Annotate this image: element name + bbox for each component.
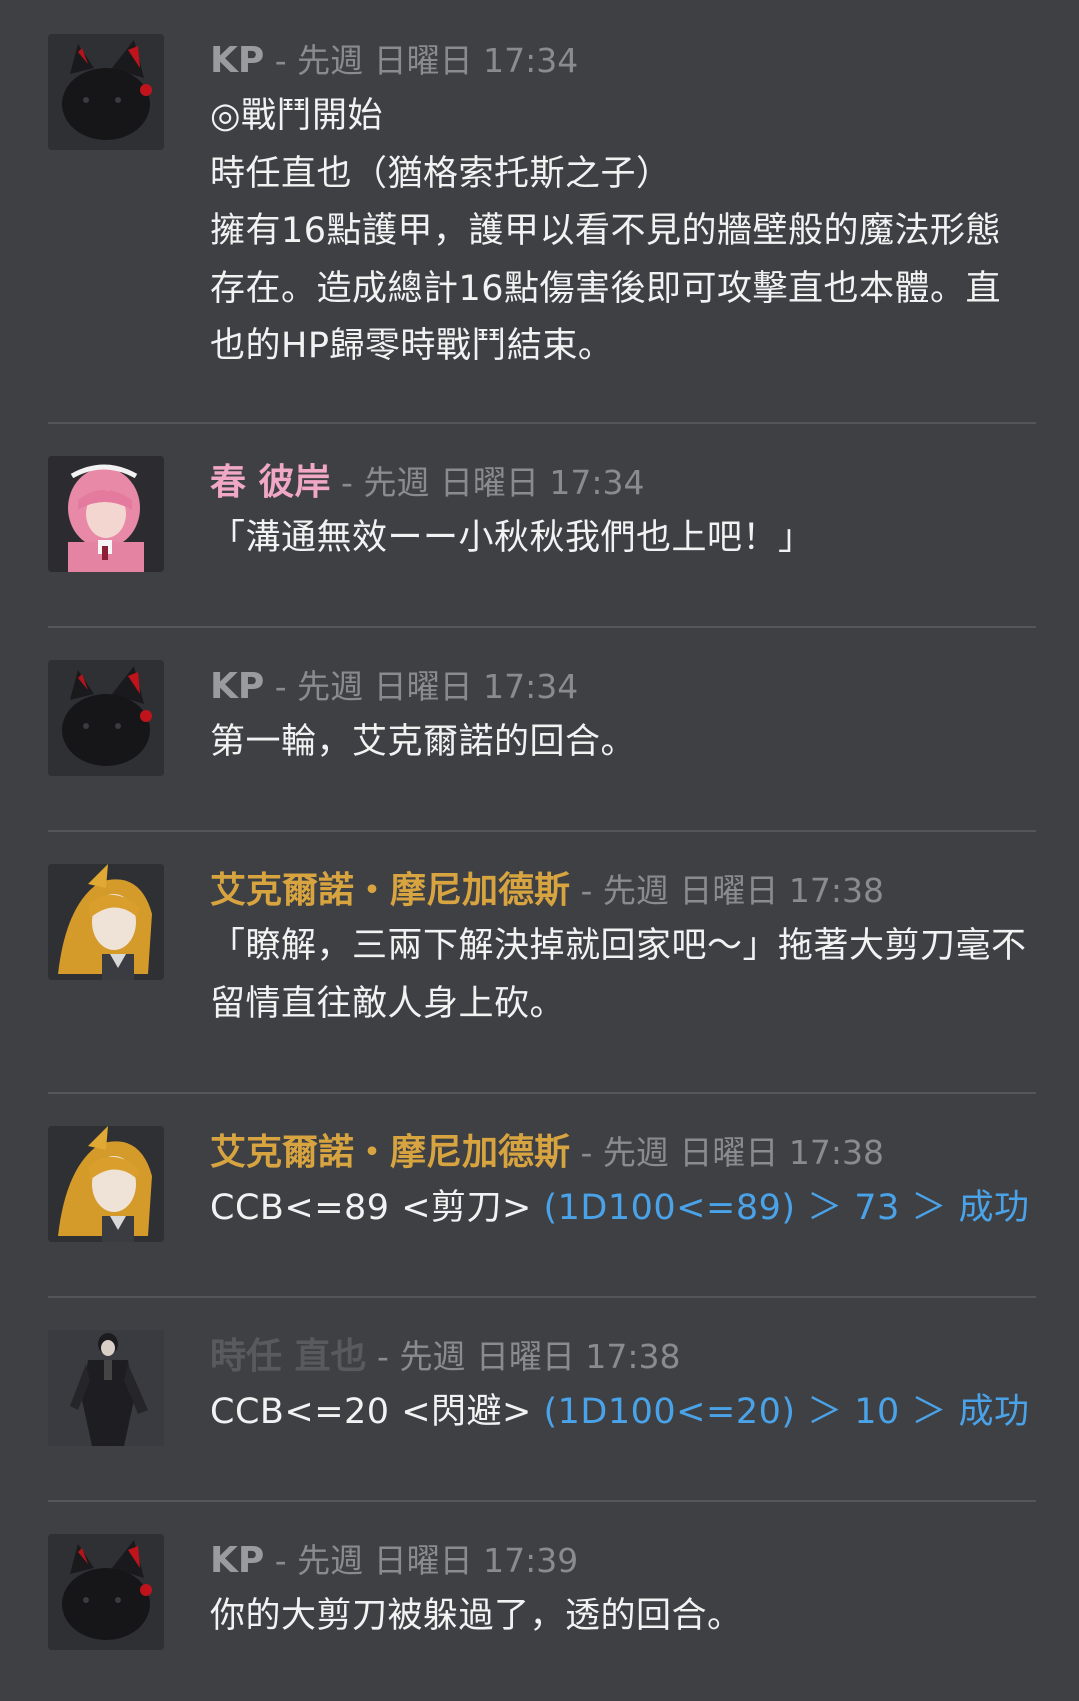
black-cat-icon <box>48 660 164 776</box>
chat-message: 春 彼岸 - 先週 日曜日 17:34 「溝通無效ーー小秋秋我們也上吧！」 <box>48 422 1036 628</box>
message-header: KP - 先週 日曜日 17:34 <box>210 660 1036 714</box>
author-name[interactable]: 艾克爾諾・摩尼加德斯 <box>210 1132 570 1173</box>
black-cat-icon <box>48 1534 164 1650</box>
dice-roll-result: (1D100<=89) ＞ 73 ＞ 成功 <box>543 1188 1030 1228</box>
message-timestamp: 先週 日曜日 17:38 <box>602 1133 884 1172</box>
author-name[interactable]: KP <box>210 40 264 81</box>
message-separator: - <box>264 41 298 80</box>
pink-hair-avatar[interactable] <box>48 456 164 572</box>
author-name[interactable]: KP <box>210 1540 264 1581</box>
blonde-hair-avatar[interactable] <box>48 1126 164 1242</box>
message-separator: - <box>570 1133 603 1172</box>
message-text: CCB<=89 <剪刀> (1D100<=89) ＞ 73 ＞ 成功 <box>210 1180 1036 1238</box>
dark-suit-avatar[interactable] <box>48 1330 164 1446</box>
chat-message: KP - 先週 日曜日 17:34 ◎戰鬥開始 時任直也（猶格索托斯之子） 擁有… <box>48 0 1036 424</box>
message-timestamp: 先週 日曜日 17:38 <box>399 1337 681 1376</box>
message-text: 第一輪，艾克爾諾的回合。 <box>210 722 637 762</box>
message-timestamp: 先週 日曜日 17:34 <box>297 667 579 706</box>
black-cat-avatar[interactable] <box>48 34 164 150</box>
author-name[interactable]: 艾克爾諾・摩尼加德斯 <box>210 870 570 911</box>
message-text: 「溝通無效ーー小秋秋我們也上吧！」 <box>210 518 814 558</box>
message-separator: - <box>570 871 603 910</box>
message-header: KP - 先週 日曜日 17:34 <box>210 34 1036 88</box>
message-text: 你的大剪刀被躲過了，透的回合。 <box>210 1596 743 1636</box>
chat-message: 艾克爾諾・摩尼加德斯 - 先週 日曜日 17:38 「瞭解，三兩下解決掉就回家吧… <box>48 830 1036 1094</box>
message-text: CCB<=20 <閃避> (1D100<=20) ＞ 10 ＞ 成功 <box>210 1384 1036 1442</box>
message-separator: - <box>264 667 298 706</box>
dice-roll-result: (1D100<=20) ＞ 10 ＞ 成功 <box>543 1392 1030 1432</box>
message-timestamp: 先週 日曜日 17:34 <box>297 41 579 80</box>
message-text: ◎戰鬥開始 時任直也（猶格索托斯之子） 擁有16點護甲，護甲以看不見的牆壁般的魔… <box>210 96 1002 366</box>
blonde-hair-character-icon <box>48 864 164 980</box>
message-header: 春 彼岸 - 先週 日曜日 17:34 <box>210 456 1036 510</box>
author-name[interactable]: KP <box>210 666 264 707</box>
message-header: 時任 直也 - 先週 日曜日 17:38 <box>210 1330 1036 1384</box>
pink-hair-character-icon <box>48 456 164 572</box>
message-header: 艾克爾諾・摩尼加德斯 - 先週 日曜日 17:38 <box>210 864 1036 918</box>
dark-suit-character-icon <box>48 1330 164 1446</box>
message-text: 「瞭解，三兩下解決掉就回家吧～」拖著大剪刀毫不留情直往敵人身上砍。 <box>210 926 1027 1024</box>
message-separator: - <box>366 1337 400 1376</box>
chat-message: 艾克爾諾・摩尼加德斯 - 先週 日曜日 17:38 CCB<=89 <剪刀> (… <box>48 1092 1036 1298</box>
message-header: KP - 先週 日曜日 17:39 <box>210 1534 1036 1588</box>
message-timestamp: 先週 日曜日 17:34 <box>363 463 645 502</box>
message-header: 艾克爾諾・摩尼加德斯 - 先週 日曜日 17:38 <box>210 1126 1036 1180</box>
black-cat-avatar[interactable] <box>48 660 164 776</box>
author-name[interactable]: 春 彼岸 <box>210 462 331 503</box>
chat-message: KP - 先週 日曜日 17:34 第一輪，艾克爾諾的回合。 <box>48 626 1036 832</box>
message-separator: - <box>264 1541 298 1580</box>
chat-message: KP - 先週 日曜日 17:39 你的大剪刀被躲過了，透的回合。 <box>48 1500 1036 1701</box>
chat-log: KP - 先週 日曜日 17:34 ◎戰鬥開始 時任直也（猶格索托斯之子） 擁有… <box>0 0 1079 1701</box>
message-timestamp: 先週 日曜日 17:39 <box>297 1541 579 1580</box>
black-cat-avatar[interactable] <box>48 1534 164 1650</box>
blonde-hair-avatar[interactable] <box>48 864 164 980</box>
blonde-hair-character-icon <box>48 1126 164 1242</box>
black-cat-icon <box>48 34 164 150</box>
author-name[interactable]: 時任 直也 <box>210 1336 367 1377</box>
dice-command: CCB<=89 <剪刀> <box>210 1188 544 1228</box>
chat-message: 時任 直也 - 先週 日曜日 17:38 CCB<=20 <閃避> (1D100… <box>48 1296 1036 1502</box>
dice-command: CCB<=20 <閃避> <box>210 1392 544 1432</box>
message-timestamp: 先週 日曜日 17:38 <box>602 871 884 910</box>
message-separator: - <box>330 463 364 502</box>
